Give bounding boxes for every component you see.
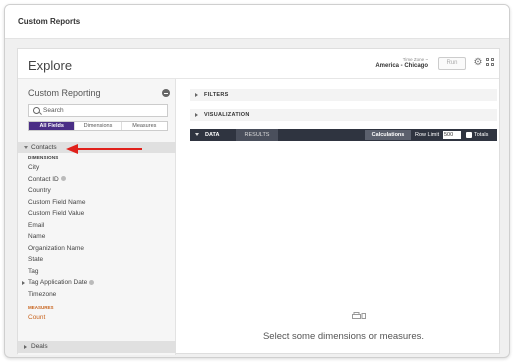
app-window: Custom Reports Explore Time Zone ~ Ameri…: [4, 4, 510, 358]
field-tag[interactable]: Tag: [28, 266, 94, 278]
row-limit-label: Row Limit: [415, 132, 440, 138]
chevron-right-icon: [22, 281, 25, 285]
run-button[interactable]: Run: [438, 57, 466, 70]
visualization-section[interactable]: VISUALIZATION: [190, 109, 497, 121]
chevron-right-icon: [24, 345, 27, 349]
collapse-icon[interactable]: [162, 89, 170, 97]
calculations-button[interactable]: Calculations: [365, 130, 411, 140]
field-state[interactable]: State: [28, 254, 94, 266]
tab-data[interactable]: DATA: [205, 132, 219, 138]
chevron-down-icon[interactable]: [195, 133, 199, 136]
filters-label: FILTERS: [204, 92, 229, 98]
timezone-label: Time Zone ~: [402, 57, 428, 62]
explore-panel: Explore Time Zone ~ America - Chicago Ru…: [17, 48, 500, 355]
search-icon: [33, 107, 40, 114]
timezone-selector[interactable]: Time Zone ~ America - Chicago: [340, 57, 428, 69]
empty-state-message: Select some dimensions or measures.: [262, 331, 425, 342]
field-name[interactable]: Name: [28, 231, 94, 243]
tab-measures[interactable]: Measures: [122, 122, 167, 130]
field-country[interactable]: Country: [28, 185, 94, 197]
tab-all-fields[interactable]: All Fields: [29, 122, 76, 130]
field-contact-id[interactable]: Contact ID: [28, 174, 94, 186]
tab-dimensions[interactable]: Dimensions: [75, 122, 122, 130]
chevron-right-icon: [195, 113, 198, 117]
sidebar-title: Custom Reporting: [28, 88, 101, 98]
field-tag-application-date-label: Tag Application Date: [28, 279, 88, 286]
row-limit-input[interactable]: 500: [443, 131, 461, 139]
page-title: Custom Reports: [18, 17, 81, 26]
filters-section[interactable]: FILTERS: [190, 89, 497, 101]
field-list: DIMENSIONS City Contact ID Country Custo…: [22, 155, 95, 323]
field-organization-name[interactable]: Organization Name: [28, 243, 94, 255]
group-deals[interactable]: Deals: [18, 341, 176, 353]
field-city[interactable]: City: [28, 162, 94, 174]
field-email[interactable]: Email: [28, 220, 94, 232]
info-icon[interactable]: [89, 279, 95, 285]
tab-results[interactable]: RESULTS: [236, 129, 278, 141]
red-arrow-annotation: [66, 144, 142, 154]
top-bar: Custom Reports: [5, 5, 509, 39]
explore-title: Explore: [28, 58, 73, 73]
measure-count[interactable]: Count: [28, 312, 94, 323]
field-tag-application-date[interactable]: Tag Application Date: [22, 277, 95, 289]
info-icon[interactable]: [60, 176, 66, 182]
field-custom-field-name[interactable]: Custom Field Name: [28, 197, 94, 209]
grid-icon[interactable]: [486, 58, 496, 68]
totals-label: Totals: [474, 132, 489, 138]
explore-main: FILTERS VISUALIZATION DATA RESULTS Calcu…: [176, 79, 499, 355]
search-input[interactable]: Search: [28, 104, 168, 117]
explore-header: Explore Time Zone ~ America - Chicago Ru…: [18, 49, 499, 79]
visualization-label: VISUALIZATION: [204, 112, 250, 118]
field-picker-sidebar: Custom Reporting Search All Fields Dimen…: [18, 79, 176, 355]
dimensions-heading: DIMENSIONS: [28, 155, 59, 160]
measures-heading: MEASURES: [28, 305, 54, 310]
group-deals-label: Deals: [31, 343, 48, 350]
empty-state-icon: [352, 312, 366, 319]
search-placeholder: Search: [43, 107, 64, 114]
field-filter-tabs: All Fields Dimensions Measures: [28, 121, 168, 131]
data-toolbar: DATA RESULTS Calculations Row Limit 500 …: [190, 129, 497, 141]
group-contacts-label: Contacts: [31, 144, 57, 151]
gear-icon[interactable]: ⚙: [472, 57, 484, 69]
field-timezone[interactable]: Timezone: [28, 289, 94, 301]
chevron-down-icon: [24, 146, 28, 149]
chevron-right-icon: [195, 93, 198, 97]
timezone-value: America - Chicago: [375, 63, 428, 69]
field-contact-id-label: Contact ID: [28, 175, 59, 183]
totals-checkbox[interactable]: [466, 132, 472, 138]
field-custom-field-value[interactable]: Custom Field Value: [28, 208, 94, 220]
